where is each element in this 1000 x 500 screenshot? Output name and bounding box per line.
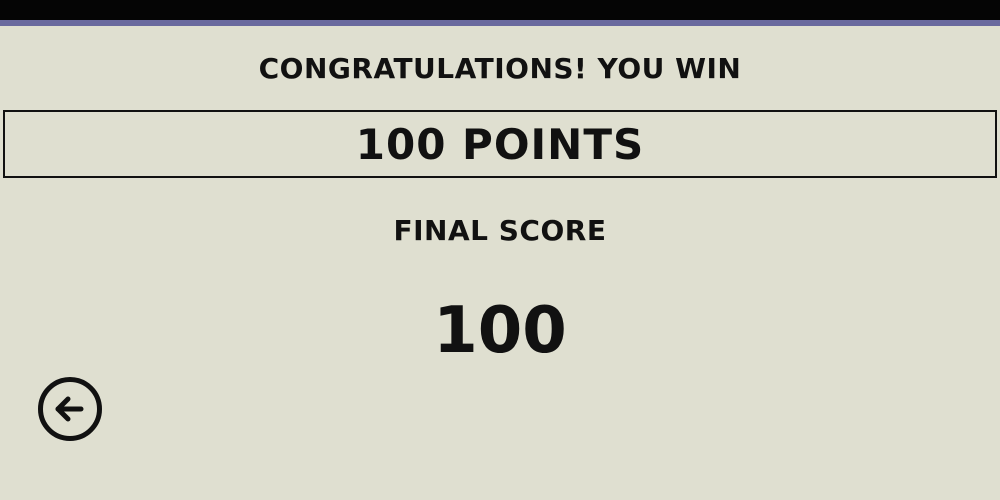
win-message: CONGRATULATIONS! YOU WIN [258, 52, 742, 85]
top-bar [0, 0, 1000, 20]
points-banner-text: 100 POINTS [355, 119, 645, 169]
top-accent-stripe [0, 20, 1000, 26]
arrow-left-circle-icon [38, 377, 102, 441]
final-score-label: FINAL SCORE [393, 214, 607, 247]
back-button[interactable] [37, 376, 103, 442]
final-score-value: 100 [433, 294, 567, 368]
points-banner: 100 POINTS [3, 110, 997, 178]
